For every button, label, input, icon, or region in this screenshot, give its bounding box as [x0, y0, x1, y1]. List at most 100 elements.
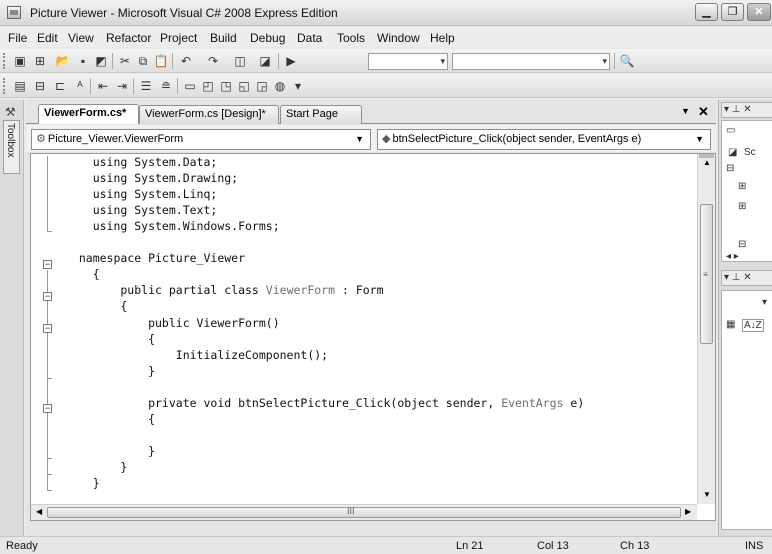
code-line[interactable]: } [65, 363, 155, 379]
code-line[interactable]: using System.Windows.Forms; [65, 218, 280, 234]
code-line[interactable]: using System.Linq; [65, 186, 218, 202]
copy-icon[interactable]: ⧉ [135, 53, 151, 69]
menu-refactor[interactable]: Refactor [106, 31, 151, 45]
complete-word-icon[interactable]: ⊏ [52, 78, 68, 94]
menu-project[interactable]: Project [160, 31, 197, 45]
add-item-icon[interactable]: ⊞ [32, 53, 48, 69]
minimize-button[interactable]: ▁ [695, 3, 718, 21]
class-dropdown[interactable]: ⚙ Picture_Viewer.ViewerForm ▼ [31, 129, 371, 150]
menu-edit[interactable]: Edit [37, 31, 58, 45]
properties-panel[interactable]: ▾ ▦ A↓Z [721, 290, 772, 530]
scroll-left-icon[interactable]: ◀ [36, 507, 42, 516]
menu-view[interactable]: View [68, 31, 94, 45]
solution-explorer-panel[interactable]: ▭ ◪ Sc ⊟ ⊞ ⊞ ⊟ ◂ ▸ [721, 120, 772, 262]
alphabetical-sort-icon[interactable]: A↓Z [742, 319, 764, 332]
toolbar-grip[interactable] [3, 53, 6, 69]
member-list-icon[interactable]: ⊟ [32, 78, 48, 94]
quick-info-icon[interactable]: ᴬ [72, 78, 88, 94]
next-bookmark-icon[interactable]: ◳ [218, 78, 234, 94]
code-line[interactable]: public partial class ViewerForm : Form [65, 282, 383, 298]
redo-icon[interactable]: ↷ [205, 53, 221, 69]
menu-data[interactable]: Data [297, 31, 322, 45]
bookmark-icon[interactable]: ▭ [182, 78, 198, 94]
find-in-files-icon[interactable]: 🔍 [619, 53, 635, 69]
app-icon[interactable] [7, 6, 21, 19]
prev-bookmark-folder-icon[interactable]: ◱ [236, 78, 252, 94]
code-line[interactable]: private void btnSelectPicture_Click(obje… [65, 395, 584, 411]
save-icon[interactable]: ▪ [75, 53, 91, 69]
clear-bookmarks-icon[interactable]: ◍ [272, 78, 288, 94]
collapse-constructor-icon[interactable]: − [43, 324, 52, 333]
decrease-indent-icon[interactable]: ⇤ [95, 78, 111, 94]
open-file-icon[interactable]: 📂 [55, 53, 71, 69]
member-dropdown[interactable]: ◆ btnSelectPicture_Click(object sender, E… [377, 129, 711, 150]
tree-collapse-icon[interactable]: ⊟ [738, 239, 746, 250]
collapse-namespace-icon[interactable]: − [43, 260, 52, 269]
code-line[interactable]: { [65, 331, 155, 347]
tab-viewerform-design[interactable]: ViewerForm.cs [Design]* [139, 105, 279, 124]
code-line[interactable]: { [65, 298, 127, 314]
code-text[interactable]: using System.Data; using System.Drawing;… [65, 154, 693, 520]
categorized-icon[interactable]: ▦ [726, 319, 735, 330]
window-position-icon[interactable]: ▾ ⊥ ✕ [724, 104, 752, 115]
object-dropdown-icon[interactable]: ▾ [762, 297, 767, 308]
toolbar-grip[interactable] [3, 78, 6, 94]
code-line[interactable]: { [65, 266, 100, 282]
paste-icon[interactable]: 📋 [153, 53, 169, 69]
code-line[interactable]: } [65, 459, 127, 475]
tab-start-page[interactable]: Start Page [280, 105, 362, 124]
navigate-backward-icon[interactable]: ◫ [232, 53, 248, 69]
horizontal-scrollbar[interactable]: ◀ III ▶ [31, 504, 697, 520]
scroll-right-icon[interactable]: ▶ [685, 507, 691, 516]
code-line[interactable]: { [65, 411, 155, 427]
new-project-icon[interactable]: ▣ [12, 53, 28, 69]
cut-icon[interactable]: ✂ [117, 53, 133, 69]
code-line[interactable]: public ViewerForm() [65, 315, 280, 331]
outlining-icon[interactable]: ▤ [12, 78, 28, 94]
navigate-forward-icon[interactable]: ◪ [257, 53, 273, 69]
collapse-class-icon[interactable]: − [43, 292, 52, 301]
scroll-up-icon[interactable]: ▲ [703, 158, 711, 167]
tree-expand-icon[interactable]: ⊞ [738, 201, 746, 212]
code-editor[interactable]: − − − − using System.Data; using System.… [30, 153, 716, 521]
properties-toolbar-icon[interactable]: ▭ [726, 125, 735, 136]
code-line[interactable]: } [65, 443, 155, 459]
next-bookmark-folder-icon[interactable]: ◲ [254, 78, 270, 94]
vertical-scrollbar[interactable]: ▲ ≡ ▼ [697, 154, 715, 504]
toolbar-options-icon[interactable]: ▾ [290, 78, 306, 94]
menu-file[interactable]: File [8, 31, 27, 45]
prev-bookmark-icon[interactable]: ◰ [200, 78, 216, 94]
uncomment-icon[interactable]: ≘ [158, 78, 174, 94]
close-document-icon[interactable]: ✕ [698, 104, 709, 120]
menu-help[interactable]: Help [430, 31, 455, 45]
comment-icon[interactable]: ☰ [138, 78, 154, 94]
scroll-down-icon[interactable]: ▼ [703, 490, 711, 499]
tree-expand-icon[interactable]: ⊞ [738, 181, 746, 192]
maximize-button[interactable]: ❐ [721, 3, 744, 21]
save-all-icon[interactable]: ◩ [93, 53, 109, 69]
code-line[interactable]: } [65, 475, 100, 491]
menu-debug[interactable]: Debug [250, 31, 285, 45]
menu-tools[interactable]: Tools [337, 31, 365, 45]
code-line[interactable]: using System.Drawing; [65, 170, 238, 186]
increase-indent-icon[interactable]: ⇥ [114, 78, 130, 94]
start-debugging-icon[interactable]: ▶ [283, 53, 299, 69]
scroll-left-icon[interactable]: ◂ ▸ [726, 251, 739, 262]
code-line[interactable]: using System.Data; [65, 154, 218, 170]
collapse-method-icon[interactable]: − [43, 404, 52, 413]
horizontal-scroll-thumb[interactable] [47, 507, 681, 518]
code-line[interactable]: using System.Text; [65, 202, 218, 218]
code-line[interactable]: InitializeComponent(); [65, 347, 328, 363]
solution-config-select[interactable]: ▾ [368, 53, 448, 70]
tab-list-dropdown-icon[interactable]: ▼ [681, 106, 690, 116]
code-line[interactable]: namespace Picture_Viewer [65, 250, 245, 266]
tab-viewerform-code[interactable]: ViewerForm.cs* [38, 104, 139, 124]
menu-build[interactable]: Build [210, 31, 237, 45]
tree-collapse-icon[interactable]: ⊟ [726, 163, 734, 174]
solution-platform-select[interactable]: ▾ [452, 53, 610, 70]
undo-icon[interactable]: ↶ [178, 53, 194, 69]
toolbox-icon[interactable]: ⚒ [5, 105, 16, 119]
menu-window[interactable]: Window [377, 31, 420, 45]
window-position-icon[interactable]: ▾ ⊥ ✕ [724, 272, 752, 283]
close-button[interactable]: ✕ [747, 3, 771, 21]
